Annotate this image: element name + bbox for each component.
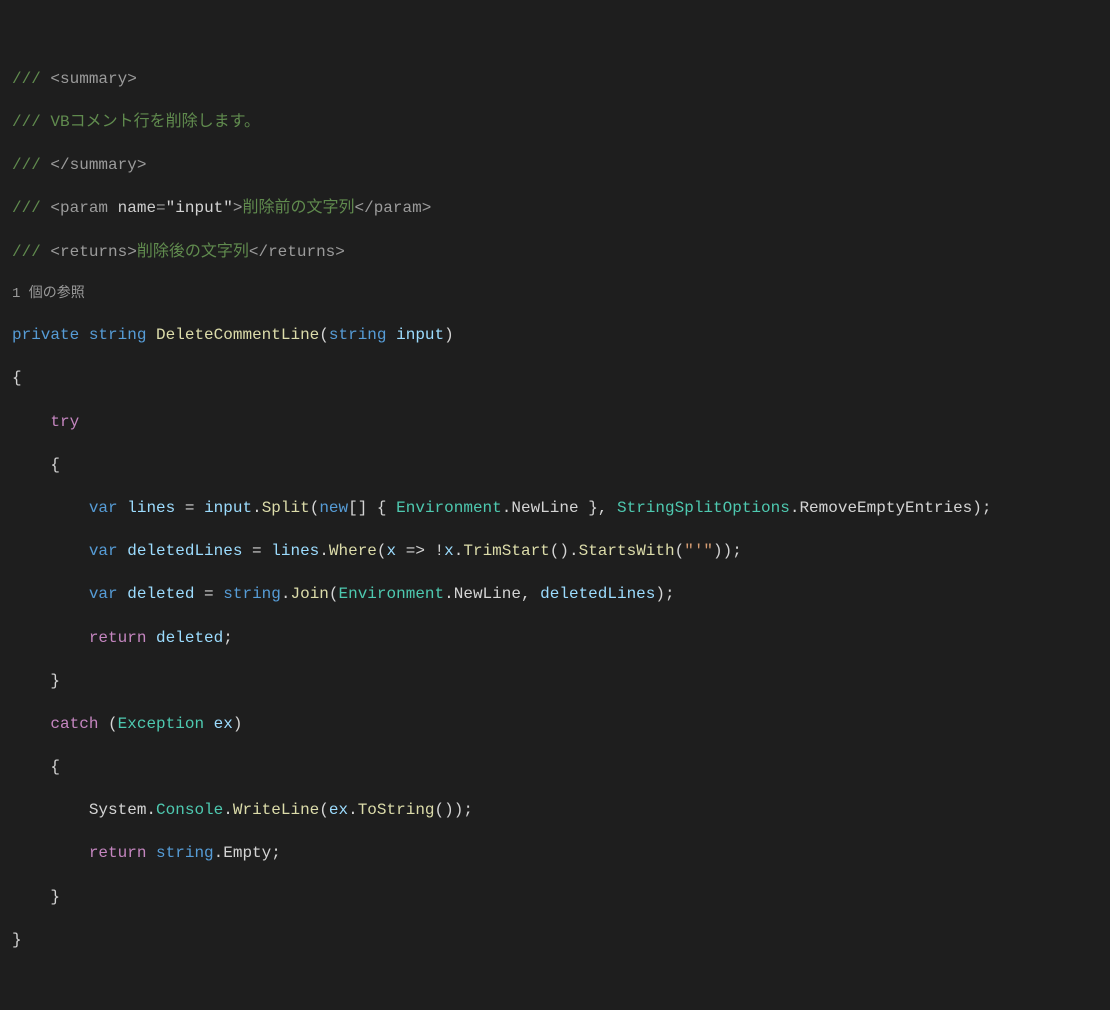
xml-doc-summary-text: /// VBコメント行を削除します。 <box>12 112 1098 134</box>
xml-doc-summary-open: /// <summary> <box>12 69 1098 91</box>
codelens-references[interactable]: 1 個の参照 <box>12 285 1098 304</box>
try-keyword: try <box>12 412 1098 434</box>
code-line-return-empty: return string.Empty; <box>12 843 1098 865</box>
xml-doc-summary-close: /// </summary> <box>12 155 1098 177</box>
code-line-split: var lines = input.Split(new[] { Environm… <box>12 498 1098 520</box>
catch-clause: catch (Exception ex) <box>12 714 1098 736</box>
code-line-return-deleted: return deleted; <box>12 628 1098 650</box>
brace-open: { <box>12 368 1098 390</box>
code-line-writeline: System.Console.WriteLine(ex.ToString()); <box>12 800 1098 822</box>
xml-doc-param: /// <param name="input">削除前の文字列</param> <box>12 198 1098 220</box>
method-signature: private string DeleteCommentLine(string … <box>12 325 1098 347</box>
brace-close: } <box>12 930 1098 952</box>
try-brace-close: } <box>12 671 1098 693</box>
catch-brace-close: } <box>12 887 1098 909</box>
code-line-join: var deleted = string.Join(Environment.Ne… <box>12 584 1098 606</box>
xml-doc-returns: /// <returns>削除後の文字列</returns> <box>12 242 1098 264</box>
code-line-where: var deletedLines = lines.Where(x => !x.T… <box>12 541 1098 563</box>
try-brace-open: { <box>12 455 1098 477</box>
catch-brace-open: { <box>12 757 1098 779</box>
